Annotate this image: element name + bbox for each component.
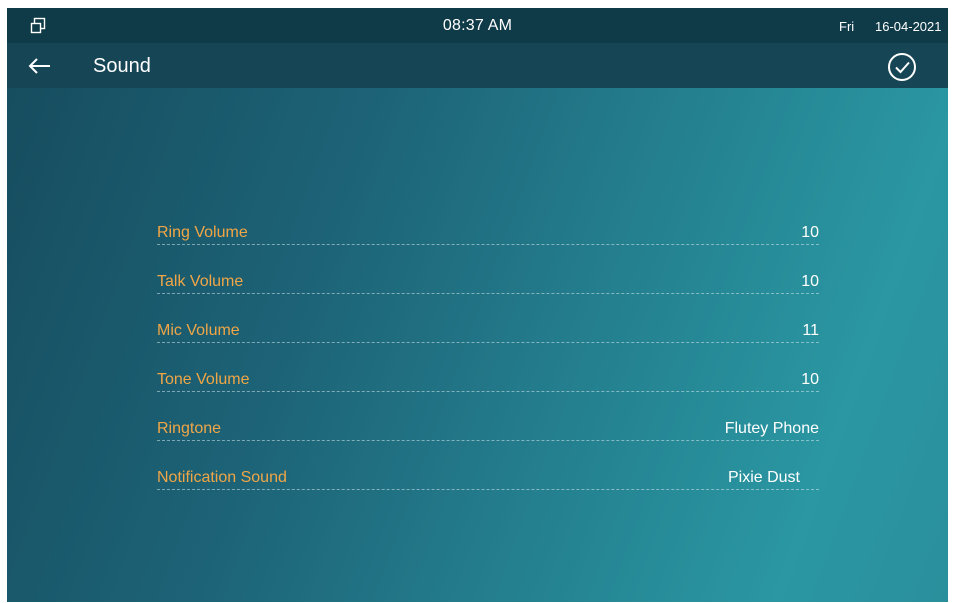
back-button[interactable] — [24, 51, 54, 81]
device-screen: 08:37 AM Fri 16-04-2021 Sound Ring Volum… — [7, 8, 948, 602]
check-circle-icon — [886, 53, 918, 87]
setting-mic-volume[interactable]: Mic Volume 11 — [157, 312, 819, 361]
setting-label: Ring Volume — [157, 224, 248, 241]
setting-value: 10 — [801, 371, 819, 388]
setting-value: 10 — [801, 224, 819, 241]
setting-label: Ringtone — [157, 420, 222, 437]
setting-tone-volume[interactable]: Tone Volume 10 — [157, 361, 819, 410]
setting-value: Flutey Phone — [724, 420, 819, 437]
setting-value: 10 — [801, 273, 819, 290]
divider — [157, 391, 819, 392]
page-title: Sound — [93, 55, 151, 77]
divider — [157, 342, 819, 343]
status-bar: 08:37 AM Fri 16-04-2021 — [7, 8, 948, 43]
setting-label: Notification Sound — [157, 469, 287, 486]
divider — [157, 489, 819, 490]
setting-value: 11 — [802, 322, 819, 339]
divider — [157, 293, 819, 294]
setting-label: Talk Volume — [157, 273, 244, 290]
arrow-left-icon — [24, 58, 54, 85]
divider — [157, 440, 819, 441]
setting-talk-volume[interactable]: Talk Volume 10 — [157, 263, 819, 312]
sound-settings-list: Ring Volume 10 Talk Volume 10 Mic Volume… — [157, 214, 819, 508]
status-date: 16-04-2021 — [875, 19, 942, 34]
setting-label: Mic Volume — [157, 322, 240, 339]
setting-ring-volume[interactable]: Ring Volume 10 — [157, 214, 819, 263]
setting-notification-sound[interactable]: Notification Sound Pixie Dust — [157, 459, 819, 508]
title-bar: Sound — [7, 43, 948, 88]
status-day: Fri — [839, 19, 855, 34]
setting-ringtone[interactable]: Ringtone Flutey Phone — [157, 410, 819, 459]
setting-value: Pixie Dust — [727, 469, 800, 486]
confirm-button[interactable] — [886, 51, 918, 83]
setting-label: Tone Volume — [157, 371, 250, 388]
divider — [157, 244, 819, 245]
status-time: 08:37 AM — [442, 17, 513, 34]
